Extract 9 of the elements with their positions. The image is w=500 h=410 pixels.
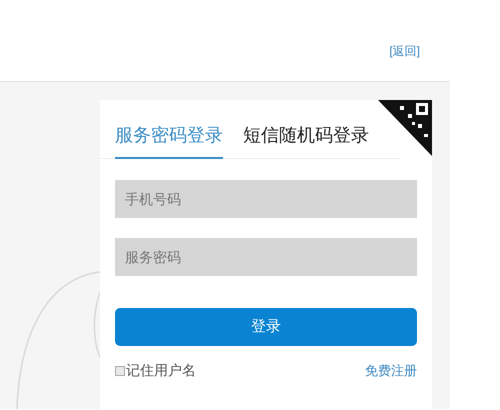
password-field[interactable]: 服务密码 <box>115 238 417 276</box>
register-link[interactable]: 免费注册 <box>365 360 417 380</box>
remember-label: 记住用户名 <box>126 361 196 380</box>
login-tab[interactable]: 短信随机码登录 <box>243 122 369 159</box>
login-button[interactable]: 登录 <box>115 308 417 346</box>
back-link[interactable]: [返回] <box>389 42 420 60</box>
login-tab[interactable]: 服务密码登录 <box>115 122 223 159</box>
phone-field[interactable]: 手机号码 <box>115 180 417 218</box>
remember-checkbox[interactable] <box>115 366 125 376</box>
